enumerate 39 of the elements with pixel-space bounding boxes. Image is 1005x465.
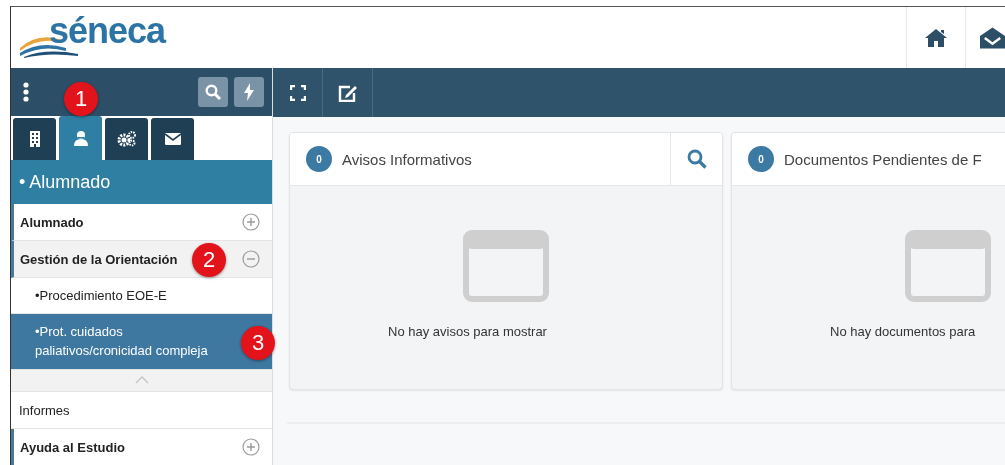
submenu-item[interactable]: •Prot. cuidados paliativos/cronicidad compleja 3 [11, 313, 272, 370]
search-button[interactable] [198, 76, 228, 107]
expand-icon [289, 84, 306, 101]
empty-message: No hay avisos para mostrar [388, 324, 548, 339]
sidebar-tab[interactable] [13, 117, 56, 160]
empty-window-icon [463, 230, 549, 302]
sidebar-tab[interactable] [151, 117, 194, 160]
panel-title: Avisos Informativos [342, 150, 473, 168]
vertical-dots-icon[interactable] [23, 81, 29, 102]
envelope-icon [164, 132, 181, 145]
lightning-icon [244, 82, 254, 101]
edit-icon [337, 83, 358, 102]
building-icon [28, 130, 41, 147]
menu-item[interactable]: Informes [11, 392, 272, 430]
mail-icon[interactable] [980, 26, 1005, 49]
plus-circle-icon[interactable] [242, 438, 260, 457]
sidebar-tab[interactable] [59, 115, 102, 160]
menu-label: Gestión de la Orientación [20, 251, 178, 267]
panel-title: Documentos Pendientes de F [784, 150, 983, 168]
count-badge: 0 [306, 146, 332, 172]
menu-group[interactable]: Gestión de la Orientación 2 [11, 241, 272, 279]
quick-action-button[interactable] [234, 76, 264, 107]
sidebar-tab[interactable] [105, 117, 148, 160]
menu-label: Alumnado [20, 214, 84, 230]
empty-message: No hay documentos para [830, 324, 977, 339]
search-icon [686, 149, 707, 169]
logo-text: séneca [49, 9, 166, 52]
number-badge: 3 [241, 325, 275, 360]
search-button[interactable] [670, 133, 722, 185]
number-badge: 2 [192, 243, 226, 278]
gears-icon [116, 130, 137, 147]
empty-window-icon [905, 230, 991, 302]
menu-label: Ayuda al Estudio [20, 439, 125, 455]
people-icon [72, 129, 89, 146]
count-badge: 0 [748, 146, 774, 172]
home-icon[interactable] [925, 28, 947, 47]
section-title: • Alumnado [11, 159, 272, 205]
plus-circle-icon[interactable] [242, 213, 260, 232]
search-icon [205, 83, 221, 100]
